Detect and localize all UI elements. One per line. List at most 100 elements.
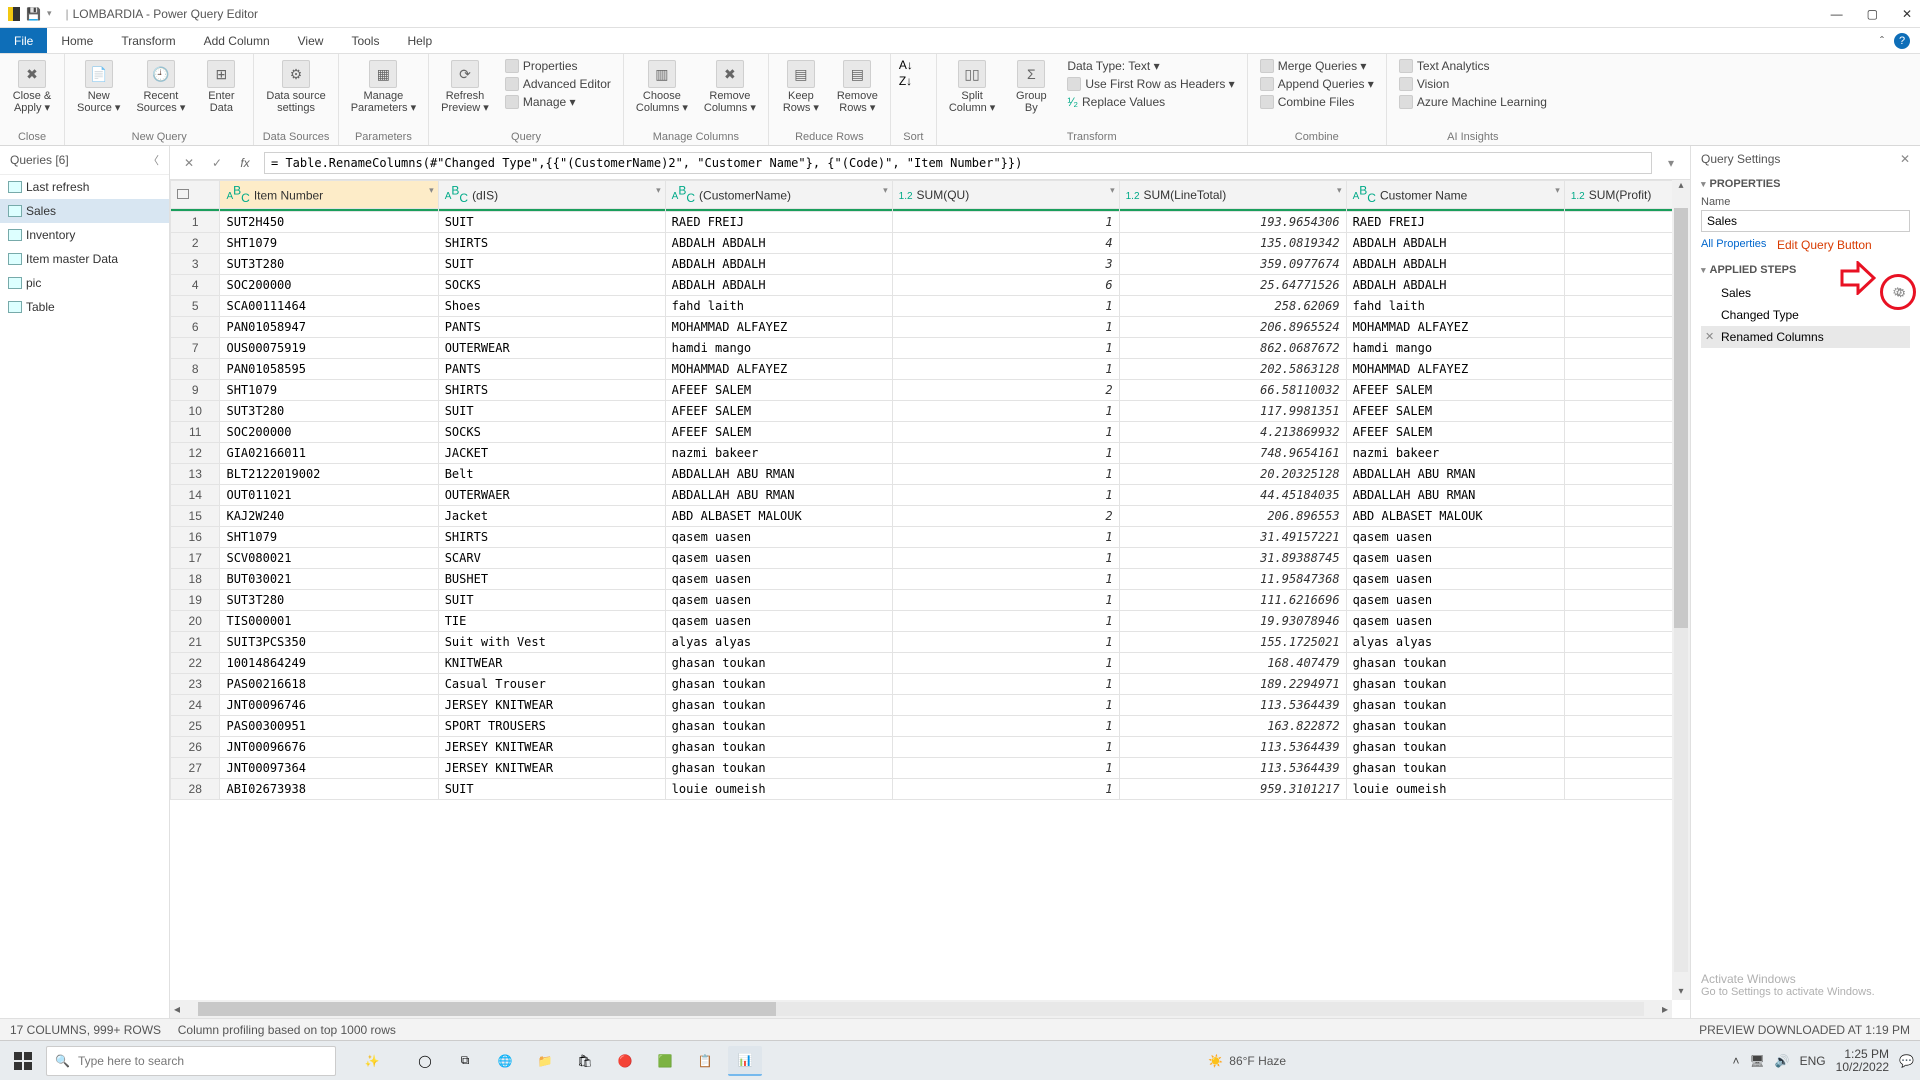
table-row[interactable]: 9SHT1079SHIRTSAFEEF SALEM266.58110032AFE… <box>171 380 1690 401</box>
group-by-button[interactable]: ΣGroup By <box>1007 58 1055 116</box>
table-row[interactable]: 13BLT2122019002BeltABDALLAH ABU RMAN120.… <box>171 464 1690 485</box>
replace-values-button[interactable]: ¹⁄₂Replace Values <box>1063 94 1238 110</box>
expand-formula-icon[interactable]: ▾ <box>1662 154 1680 172</box>
tab-help[interactable]: Help <box>393 28 446 53</box>
notifications-icon[interactable]: 💬 <box>1899 1054 1914 1068</box>
close-settings-icon[interactable]: ✕ <box>1900 152 1910 166</box>
data-type-button[interactable]: Data Type: Text ▾ <box>1063 58 1238 74</box>
manage-parameters-button[interactable]: ▦Manage Parameters ▾ <box>347 58 420 116</box>
table-row[interactable]: 26JNT00096676JERSEY KNITWEARghasan touka… <box>171 737 1690 758</box>
maximize-button[interactable]: ▢ <box>1867 7 1878 21</box>
qat-dropdown-icon[interactable]: ▾ <box>47 8 52 19</box>
data-source-settings-button[interactable]: ⚙Data source settings <box>262 58 329 116</box>
column-header[interactable]: 1.2SUM(LineTotal)▾ <box>1119 181 1346 209</box>
vertical-scrollbar[interactable]: ▴▾ <box>1672 180 1690 1000</box>
column-header[interactable]: ABCItem Number▾ <box>220 181 438 209</box>
choose-columns-button[interactable]: ▥Choose Columns ▾ <box>632 58 692 116</box>
table-row[interactable]: 2SHT1079SHIRTSABDALH ABDALH4135.0819342A… <box>171 233 1690 254</box>
start-button[interactable] <box>6 1046 40 1076</box>
table-row[interactable]: 3SUT3T280SUITABDALH ABDALH3359.0977674AB… <box>171 254 1690 275</box>
tab-home[interactable]: Home <box>47 28 107 53</box>
table-row[interactable]: 2210014864249KNITWEARghasan toukan1168.4… <box>171 653 1690 674</box>
table-row[interactable]: 23PAS00216618Casual Trouserghasan toukan… <box>171 674 1690 695</box>
all-properties-link[interactable]: All Properties <box>1701 238 1766 250</box>
table-row[interactable]: 16SHT1079SHIRTSqasem uasen131.49157221qa… <box>171 527 1690 548</box>
manage-query-button[interactable]: Manage ▾ <box>501 94 615 110</box>
table-row[interactable]: 12GIA02166011JACKETnazmi bakeer1748.9654… <box>171 443 1690 464</box>
minimize-button[interactable]: — <box>1831 7 1843 21</box>
query-item[interactable]: Inventory <box>0 223 169 247</box>
table-row[interactable]: 21SUIT3PCS350Suit with Vestalyas alyas11… <box>171 632 1690 653</box>
table-row[interactable]: 5SCA00111464Shoesfahd laith1258.62069fah… <box>171 296 1690 317</box>
table-row[interactable]: 6PAN01058947PANTSMOHAMMAD ALFAYEZ1206.89… <box>171 317 1690 338</box>
remove-columns-button[interactable]: ✖Remove Columns ▾ <box>700 58 760 116</box>
advanced-editor-button[interactable]: Advanced Editor <box>501 76 615 92</box>
collapse-queries-icon[interactable]: 〈 <box>148 152 159 168</box>
first-row-headers-button[interactable]: Use First Row as Headers ▾ <box>1063 76 1238 92</box>
column-header[interactable]: 1.2SUM(QU)▾ <box>892 181 1119 209</box>
merge-queries-button[interactable]: Merge Queries ▾ <box>1256 58 1378 74</box>
applied-step[interactable]: ✕Renamed Columns <box>1701 326 1910 348</box>
table-row[interactable]: 4SOC200000SOCKSABDALH ABDALH625.64771526… <box>171 275 1690 296</box>
tab-file[interactable]: File <box>0 28 47 53</box>
app-icon-2[interactable]: 🟩 <box>648 1046 682 1076</box>
combine-files-button[interactable]: Combine Files <box>1256 94 1378 110</box>
table-row[interactable]: 15KAJ2W240JacketABD ALBASET MALOUK2206.8… <box>171 506 1690 527</box>
query-item[interactable]: Last refresh <box>0 175 169 199</box>
edge-icon[interactable]: 🌐 <box>488 1046 522 1076</box>
horizontal-scrollbar[interactable]: ◂▸ <box>170 1000 1672 1018</box>
table-row[interactable]: 17SCV080021SCARVqasem uasen131.89388745q… <box>171 548 1690 569</box>
query-name-input[interactable] <box>1701 210 1910 232</box>
column-header[interactable]: ABC(dIS)▾ <box>438 181 665 209</box>
enter-data-button[interactable]: ⊞Enter Data <box>197 58 245 116</box>
table-row[interactable]: 1SUT2H450SUITRAED FREIJ1193.9654306RAED … <box>171 212 1690 233</box>
close-apply-button[interactable]: ✖Close & Apply ▾ <box>8 58 56 116</box>
weather-widget[interactable]: ☀️ 86°F Haze <box>1208 1054 1286 1068</box>
collapse-ribbon-icon[interactable]: ˆ <box>1880 34 1884 48</box>
formula-input[interactable] <box>264 152 1652 174</box>
sort-asc-button[interactable]: A↓ <box>899 58 913 72</box>
table-row[interactable]: 10SUT3T280SUITAFEEF SALEM1117.9981351AFE… <box>171 401 1690 422</box>
help-icon[interactable]: ? <box>1894 33 1910 49</box>
tray-monitor-icon[interactable]: 🖥 <box>1749 1054 1764 1068</box>
recent-sources-button[interactable]: 🕘Recent Sources ▾ <box>132 58 189 116</box>
column-header[interactable]: ABCCustomer Name▾ <box>1346 181 1564 209</box>
tray-language[interactable]: ENG <box>1800 1054 1826 1068</box>
vision-button[interactable]: Vision <box>1395 76 1551 92</box>
table-row[interactable]: 20TIS000001TIEqasem uasen119.93078946qas… <box>171 611 1690 632</box>
table-row[interactable]: 8PAN01058595PANTSMOHAMMAD ALFAYEZ1202.58… <box>171 359 1690 380</box>
app-icon-1[interactable]: 🔴 <box>608 1046 642 1076</box>
query-item[interactable]: Sales <box>0 199 169 223</box>
azure-ml-button[interactable]: Azure Machine Learning <box>1395 94 1551 110</box>
table-row[interactable]: 7OUS00075919OUTERWEARhamdi mango1862.068… <box>171 338 1690 359</box>
table-row[interactable]: 18BUT030021BUSHETqasem uasen111.95847368… <box>171 569 1690 590</box>
tab-add-column[interactable]: Add Column <box>190 28 284 53</box>
column-header[interactable]: 1.2SUM(Profit)▾ <box>1564 181 1689 209</box>
query-item[interactable]: Table <box>0 295 169 319</box>
table-corner[interactable] <box>171 181 220 209</box>
append-queries-button[interactable]: Append Queries ▾ <box>1256 76 1378 92</box>
task-view-icon[interactable]: ◯ <box>408 1046 442 1076</box>
remove-rows-button[interactable]: ▤Remove Rows ▾ <box>833 58 882 116</box>
text-analytics-button[interactable]: Text Analytics <box>1395 58 1551 74</box>
tab-transform[interactable]: Transform <box>107 28 189 53</box>
properties-button[interactable]: Properties <box>501 58 615 74</box>
table-row[interactable]: 14OUT011021OUTERWAERABDALLAH ABU RMAN144… <box>171 485 1690 506</box>
table-row[interactable]: 11SOC200000SOCKSAFEEF SALEM14.213869932A… <box>171 422 1690 443</box>
powerbi-taskbar-icon[interactable]: 📊 <box>728 1046 762 1076</box>
table-row[interactable]: 24JNT00096746JERSEY KNITWEARghasan touka… <box>171 695 1690 716</box>
table-row[interactable]: 27JNT00097364JERSEY KNITWEARghasan touka… <box>171 758 1690 779</box>
table-row[interactable]: 19SUT3T280SUITqasem uasen1111.6216696qas… <box>171 590 1690 611</box>
taskbar-search[interactable]: 🔍 Type here to search <box>46 1046 336 1076</box>
cortana-icon[interactable]: ✨ <box>342 1054 402 1068</box>
query-item[interactable]: pic <box>0 271 169 295</box>
sort-desc-button[interactable]: Z↓ <box>899 74 912 88</box>
applied-steps-header[interactable]: APPLIED STEPS <box>1701 264 1910 276</box>
tray-clock[interactable]: 1:25 PM 10/2/2022 <box>1836 1048 1889 1074</box>
keep-rows-button[interactable]: ▤Keep Rows ▾ <box>777 58 825 116</box>
cancel-formula-icon[interactable]: ✕ <box>180 154 198 172</box>
save-icon[interactable]: 💾 <box>26 7 41 21</box>
data-grid[interactable]: ABCItem Number▾ABC(dIS)▾ABC(CustomerName… <box>170 180 1690 800</box>
explorer-icon[interactable]: 📁 <box>528 1046 562 1076</box>
timeline-icon[interactable]: ⧉ <box>448 1046 482 1076</box>
